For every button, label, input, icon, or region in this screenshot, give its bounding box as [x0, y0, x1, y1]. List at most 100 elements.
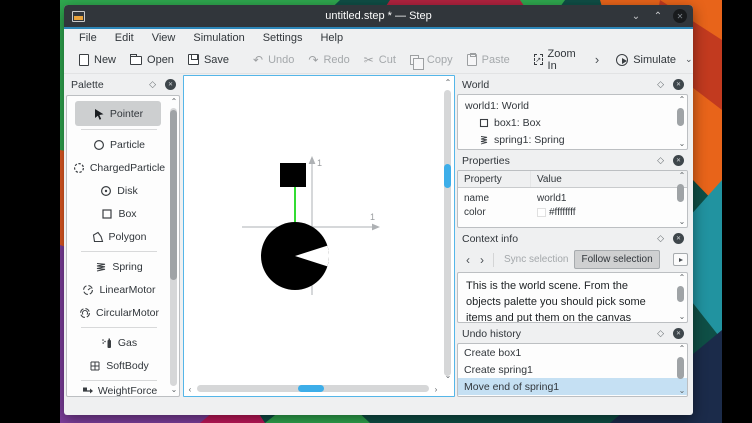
palette-scroll-down-icon[interactable]: ⌄: [169, 386, 179, 394]
undo-scrollbar-thumb[interactable]: [677, 357, 684, 379]
tree-item-spring1[interactable]: spring1: Spring: [458, 131, 687, 148]
undo-history-close-icon[interactable]: ✕: [673, 328, 684, 339]
menu-file[interactable]: File: [70, 30, 106, 46]
canvas-horizontal-scrollbar-thumb[interactable]: [298, 385, 324, 392]
palette-item-circularmotor[interactable]: CircularMotor: [69, 301, 169, 324]
polygon-icon: [92, 231, 104, 243]
menu-help[interactable]: Help: [311, 30, 352, 46]
x-axis-tick-label: 1: [370, 212, 375, 222]
box-icon: [479, 118, 489, 128]
property-row-color[interactable]: color #ffffffff: [458, 205, 687, 219]
undo-icon: ↶: [253, 54, 263, 66]
palette-item-gas[interactable]: Gas: [69, 331, 169, 354]
zoom-in-button[interactable]: ↗ Zoom In: [527, 44, 585, 76]
context-forward-button[interactable]: ›: [475, 253, 489, 267]
simulate-dropdown-arrow[interactable]: ⌄: [685, 54, 693, 65]
context-info-panel-header: Context info ◇ ✕: [457, 230, 688, 247]
spring-icon: [95, 261, 107, 273]
undo-item-move-end-of-spring1[interactable]: Move end of spring1: [458, 378, 687, 395]
undo-button[interactable]: ↶ Undo: [246, 50, 301, 70]
palette-item-linearmotor[interactable]: LinearMotor: [69, 278, 169, 301]
redo-icon: ↷: [308, 54, 318, 66]
palette-item-particle[interactable]: Particle: [69, 133, 169, 156]
property-column-header[interactable]: Property: [458, 171, 531, 187]
circular-motor-icon: [79, 307, 91, 319]
context-scroll-down-icon[interactable]: ⌄: [677, 313, 687, 321]
menu-edit[interactable]: Edit: [106, 30, 143, 46]
toolbar-overflow-chevron[interactable]: ›: [585, 52, 609, 67]
maximize-button[interactable]: ⌃: [651, 9, 665, 23]
titlebar[interactable]: untitled.step * — Step ⌄ ⌃ ✕: [64, 5, 693, 27]
paste-button[interactable]: Paste: [460, 50, 517, 70]
palette-scroll-up-icon[interactable]: ⌃: [169, 98, 179, 106]
disk-icon: [100, 185, 112, 197]
world-close-icon[interactable]: ✕: [673, 79, 684, 90]
menu-simulation[interactable]: Simulation: [184, 30, 253, 46]
palette-float-icon[interactable]: ◇: [149, 79, 156, 90]
sync-selection-button[interactable]: Sync selection: [498, 251, 574, 268]
property-row-name[interactable]: name world1: [458, 191, 687, 205]
copy-button[interactable]: Copy: [403, 50, 460, 70]
undo-history-float-icon[interactable]: ◇: [657, 328, 664, 339]
gas-icon: [101, 337, 113, 349]
properties-close-icon[interactable]: ✕: [673, 155, 684, 166]
new-button[interactable]: New: [72, 50, 123, 70]
palette-close-icon[interactable]: ✕: [165, 79, 176, 90]
palette-item-box[interactable]: Box: [69, 202, 169, 225]
save-button[interactable]: Save: [181, 50, 236, 70]
properties-float-icon[interactable]: ◇: [657, 155, 664, 166]
context-scroll-up-icon[interactable]: ⌃: [677, 274, 687, 282]
undo-history-panel-header: Undo history ◇ ✕: [457, 325, 688, 342]
undo-item-create-box1[interactable]: Create box1: [458, 344, 687, 361]
palette-item-chargedparticle[interactable]: ChargedParticle: [69, 156, 169, 179]
properties-scrollbar-thumb[interactable]: [677, 184, 684, 202]
follow-selection-button[interactable]: Follow selection: [574, 250, 659, 269]
palette-scrollbar-thumb[interactable]: [170, 110, 177, 280]
context-scrollbar-thumb[interactable]: [677, 286, 684, 302]
properties-scroll-up-icon[interactable]: ⌃: [677, 172, 687, 180]
properties-panel: Property Value name world1 color #ffffff…: [457, 170, 688, 228]
world-scrollbar-thumb[interactable]: [677, 108, 684, 126]
play-icon: [616, 54, 628, 66]
menu-settings[interactable]: Settings: [254, 30, 312, 46]
world-scroll-down-icon[interactable]: ⌄: [677, 140, 687, 148]
context-back-button[interactable]: ‹: [461, 253, 475, 267]
properties-scroll-down-icon[interactable]: ⌄: [677, 218, 687, 226]
simulate-button[interactable]: Simulate: [609, 50, 683, 70]
world-float-icon[interactable]: ◇: [657, 79, 664, 90]
open-button[interactable]: Open: [123, 50, 181, 70]
canvas-scroll-down-icon[interactable]: ⌄: [443, 372, 453, 380]
redo-button[interactable]: ↷ Redo: [301, 50, 356, 70]
value-column-header[interactable]: Value: [531, 174, 687, 185]
canvas-scroll-left-icon[interactable]: ‹: [185, 386, 195, 394]
color-swatch: [537, 208, 546, 217]
copy-icon: [410, 55, 419, 65]
palette-item-disk[interactable]: Disk: [69, 179, 169, 202]
tree-item-world1[interactable]: world1: World: [458, 97, 687, 114]
open-in-browser-icon[interactable]: [673, 253, 688, 266]
palette-item-softbody[interactable]: SoftBody: [69, 354, 169, 377]
close-button[interactable]: ✕: [673, 9, 687, 23]
palette-item-weightforce[interactable]: WeightForce: [69, 384, 169, 397]
canvas-scroll-right-icon[interactable]: ›: [432, 386, 440, 394]
palette-item-spring[interactable]: Spring: [69, 255, 169, 278]
canvas-vertical-scrollbar-thumb[interactable]: [444, 164, 451, 188]
canvas-vertical-scrollbar[interactable]: [444, 90, 451, 376]
world-scene-canvas[interactable]: 1 1 ⌃ ⌄ ‹ ›: [183, 75, 455, 397]
palette-item-polygon[interactable]: Polygon: [69, 225, 169, 248]
cut-button[interactable]: ✂ Cut: [357, 50, 403, 70]
context-info-float-icon[interactable]: ◇: [657, 233, 664, 244]
canvas-scroll-up-icon[interactable]: ⌃: [443, 79, 453, 87]
undo-scroll-up-icon[interactable]: ⌃: [677, 345, 687, 353]
menu-view[interactable]: View: [143, 30, 185, 46]
context-info-close-icon[interactable]: ✕: [673, 233, 684, 244]
window-title: untitled.step * — Step: [64, 10, 693, 22]
world-scroll-up-icon[interactable]: ⌃: [677, 96, 687, 104]
spring-icon: [479, 135, 489, 145]
palette-panel: Pointer Particle ChargedParticle Disk: [66, 95, 180, 397]
undo-scroll-down-icon[interactable]: ⌄: [677, 387, 687, 395]
minimize-button[interactable]: ⌄: [629, 9, 643, 23]
undo-item-create-spring1[interactable]: Create spring1: [458, 361, 687, 378]
palette-item-pointer[interactable]: Pointer: [75, 101, 161, 126]
tree-item-box1[interactable]: box1: Box: [458, 114, 687, 131]
